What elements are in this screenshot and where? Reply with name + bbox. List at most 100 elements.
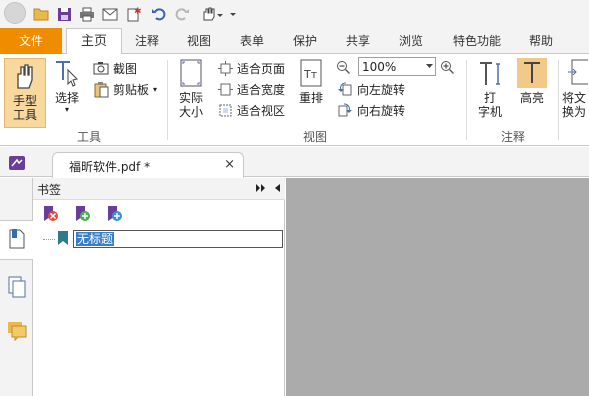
document-tab-title: 福昕软件.pdf * <box>69 160 151 174</box>
actual-size-label: 实际 大小 <box>178 91 203 119</box>
reflow-label: 重排 <box>298 91 323 105</box>
zoom-in-button[interactable] <box>440 57 458 77</box>
fit-page-icon <box>216 59 234 77</box>
bookmark-panel: 书签 无标题 <box>33 178 285 396</box>
tab-comment[interactable]: 注释 <box>124 28 170 54</box>
zoom-select[interactable]: 100% <box>358 57 436 76</box>
bookmark-panel-header: 书签 <box>33 178 285 200</box>
zoom-value: 100% <box>362 59 397 74</box>
hand-dropdown-icon[interactable] <box>199 4 225 24</box>
close-tab-icon[interactable]: × <box>224 157 235 172</box>
comments-panel-button[interactable] <box>0 312 33 352</box>
open-folder-icon[interactable] <box>32 4 50 24</box>
print-icon[interactable] <box>78 4 96 24</box>
clipboard-dropdown-icon: ▾ <box>153 84 158 94</box>
bookmark-icon <box>57 230 69 249</box>
fit-visible-button[interactable]: 适合视区 <box>216 100 285 120</box>
foxit-logo-icon[interactable] <box>8 155 26 174</box>
navigation-rail <box>0 178 34 396</box>
rotate-left-label: 向左旋转 <box>357 82 406 97</box>
tab-help[interactable]: 帮助 <box>518 28 564 54</box>
pages-panel-button[interactable] <box>0 268 33 308</box>
view-group-label: 视图 <box>302 130 327 144</box>
redo-icon[interactable] <box>173 4 191 24</box>
convert-icon <box>562 58 589 88</box>
group-divider <box>466 60 467 140</box>
select-button[interactable]: 选择 ▾ <box>52 58 82 115</box>
select-label: 选择 <box>54 91 79 105</box>
bookmark-name-selection: 无标题 <box>76 232 115 246</box>
tab-featured[interactable]: 特色功能 <box>444 28 510 54</box>
quick-access-toolbar: ✱ <box>0 0 589 28</box>
bookmark-toolbar <box>41 205 123 225</box>
email-icon[interactable] <box>101 4 119 24</box>
select-text-icon <box>52 58 82 88</box>
tab-browse[interactable]: 浏览 <box>388 28 434 54</box>
expand-panel-icon[interactable] <box>255 182 267 196</box>
fit-visible-label: 适合视区 <box>237 103 286 118</box>
rotate-left-button[interactable]: 向左旋转 <box>336 79 405 99</box>
collapse-panel-icon[interactable] <box>273 182 281 196</box>
actual-size-icon <box>176 58 206 88</box>
reflow-icon: Tт <box>296 58 326 88</box>
save-icon[interactable] <box>55 4 73 24</box>
group-divider <box>558 60 559 140</box>
tab-view[interactable]: 视图 <box>176 28 222 54</box>
rotate-left-icon <box>336 80 354 98</box>
clipboard-label: 剪贴板 <box>113 82 150 97</box>
convert-label: 将文 换为 <box>562 91 587 119</box>
document-tab[interactable]: 福昕软件.pdf * × <box>52 152 244 178</box>
ribbon: 手型 工具 选择 ▾ 截图 剪贴板 ▾ 工具 实际 大小 适合页面 适合宽度 适… <box>0 54 589 146</box>
tab-protect[interactable]: 保护 <box>282 28 328 54</box>
zoom-dropdown-icon <box>423 64 435 69</box>
bookmark-name-input[interactable]: 无标题 <box>73 230 283 248</box>
highlight-button[interactable]: 高亮 <box>514 58 550 105</box>
tools-group-label: 工具 <box>76 130 101 144</box>
typewriter-icon <box>475 58 505 88</box>
reflow-button[interactable]: Tт 重排 <box>296 58 326 105</box>
add-child-bookmark-icon[interactable] <box>105 205 123 225</box>
delete-bookmark-icon[interactable] <box>41 205 59 225</box>
fit-width-label: 适合宽度 <box>237 82 286 97</box>
typewriter-label: 打 字机 <box>477 91 502 119</box>
bookmark-panel-title: 书签 <box>37 183 62 197</box>
svg-text:Tт: Tт <box>303 68 318 81</box>
menu-bar: 文件 主页 注释 视图 表单 保护 共享 浏览 特色功能 帮助 <box>0 28 589 55</box>
new-document-icon[interactable]: ✱ <box>124 4 142 24</box>
hand-tool-label: 手型 工具 <box>12 94 37 122</box>
pages-icon <box>8 276 26 301</box>
avatar[interactable] <box>4 2 26 24</box>
rotate-right-icon <box>336 101 354 119</box>
add-bookmark-icon[interactable] <box>73 205 91 225</box>
select-dropdown-icon: ▾ <box>64 105 69 114</box>
hand-tool-button[interactable]: 手型 工具 <box>4 58 46 128</box>
screenshot-button[interactable]: 截图 <box>92 58 137 78</box>
clipboard-button[interactable]: 剪贴板 ▾ <box>92 79 157 99</box>
zoom-out-button[interactable] <box>336 57 354 77</box>
tab-home[interactable]: 主页 <box>66 28 122 55</box>
group-divider <box>167 60 168 140</box>
tab-form[interactable]: 表单 <box>229 28 275 54</box>
customize-toolbar-icon[interactable] <box>228 4 238 24</box>
typewriter-button[interactable]: 打 字机 <box>474 58 506 119</box>
fit-page-label: 适合页面 <box>237 61 286 76</box>
bookmark-page-icon <box>8 228 26 253</box>
highlight-label: 高亮 <box>519 91 544 105</box>
tab-share[interactable]: 共享 <box>335 28 381 54</box>
fit-width-button[interactable]: 适合宽度 <box>216 79 285 99</box>
fit-page-button[interactable]: 适合页面 <box>216 58 285 78</box>
undo-icon[interactable] <box>150 4 168 24</box>
clipboard-icon <box>92 80 110 98</box>
highlight-icon <box>517 58 547 88</box>
zoom-out-icon <box>336 58 351 76</box>
actual-size-button[interactable]: 实际 大小 <box>174 58 208 119</box>
fit-width-icon <box>216 80 234 98</box>
comment-group-label: 注释 <box>500 130 525 144</box>
convert-button[interactable]: 将文 换为 <box>562 58 589 119</box>
document-canvas[interactable] <box>286 178 589 396</box>
bookmark-panel-button[interactable] <box>0 220 34 260</box>
tab-file[interactable]: 文件 <box>0 28 62 54</box>
bookmark-tree-row <box>43 229 69 249</box>
rotate-right-button[interactable]: 向右旋转 <box>336 100 405 120</box>
zoom-in-icon <box>440 58 455 76</box>
